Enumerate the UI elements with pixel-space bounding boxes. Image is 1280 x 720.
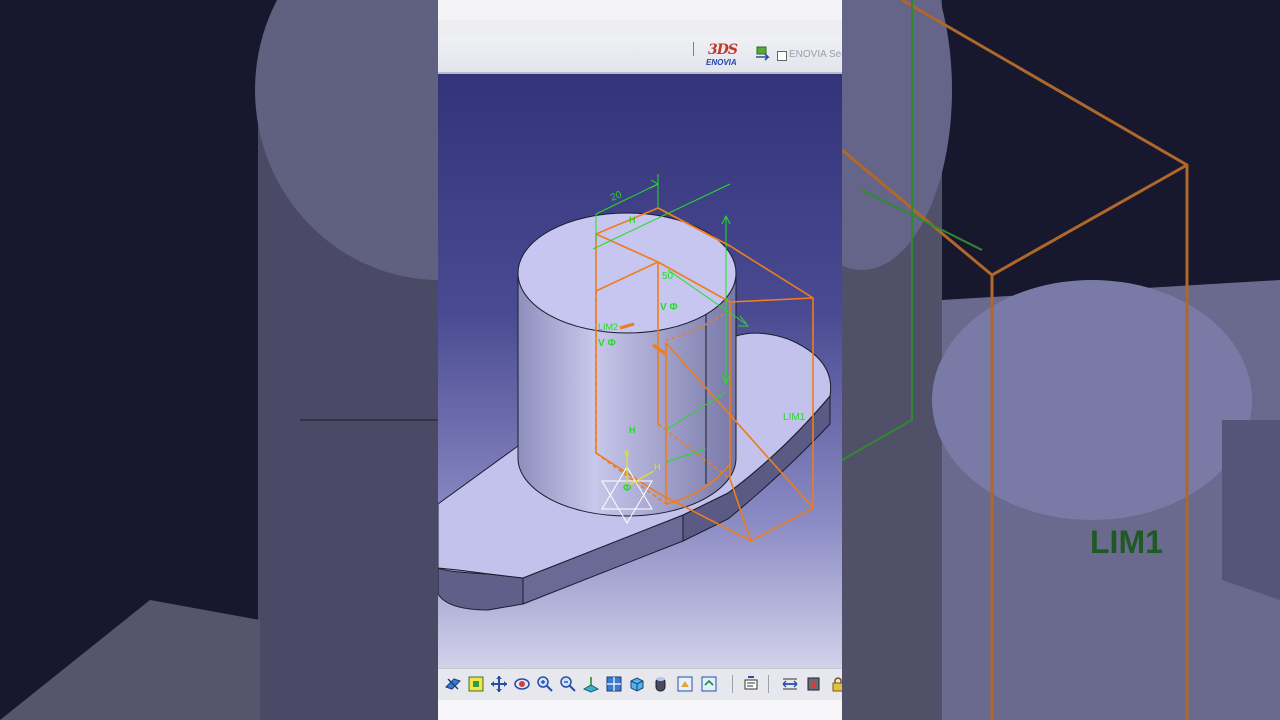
shading-icon[interactable] bbox=[651, 674, 671, 694]
enovia-search-field[interactable]: ENOVIA Sea bbox=[789, 49, 842, 60]
lock-icon[interactable] bbox=[828, 674, 842, 694]
axis-v-label: V bbox=[624, 450, 630, 459]
part-geometry: 20 50 bbox=[438, 174, 832, 611]
fit-all-icon[interactable] bbox=[466, 674, 486, 694]
rotate-icon[interactable] bbox=[512, 674, 532, 694]
measure-icon[interactable] bbox=[780, 674, 800, 694]
3ds-enovia-logo: 3DS ENOVIA bbox=[706, 42, 738, 67]
v-phi-constraint-top[interactable]: V Φ bbox=[660, 302, 678, 313]
zoom-in-icon[interactable] bbox=[535, 674, 555, 694]
toolbar-separator bbox=[732, 675, 733, 693]
background-left-panel bbox=[0, 0, 438, 720]
zoom-out-icon[interactable] bbox=[558, 674, 578, 694]
sketch-icon[interactable] bbox=[741, 674, 761, 694]
normal-view-icon[interactable] bbox=[581, 674, 601, 694]
background-lim1-label: LIM1 bbox=[1090, 524, 1163, 560]
status-bar bbox=[438, 700, 842, 720]
menu-bar bbox=[438, 20, 842, 38]
h-constraint-bottom[interactable]: H bbox=[629, 425, 636, 435]
pan-icon[interactable] bbox=[489, 674, 509, 694]
view-toolbar bbox=[438, 668, 842, 701]
background-right-graphic bbox=[842, 0, 1280, 720]
toolbar-separator bbox=[693, 42, 694, 56]
h-constraint-top[interactable]: H bbox=[629, 215, 636, 225]
lim2-label[interactable]: LIM2 bbox=[598, 322, 618, 332]
multi-view-icon[interactable] bbox=[604, 674, 624, 694]
search-conditions-icon[interactable] bbox=[754, 44, 772, 62]
isometric-view-icon[interactable] bbox=[627, 674, 647, 694]
title-bar bbox=[438, 0, 842, 21]
axis-h-label: H bbox=[654, 462, 661, 472]
search-toolbar: 3DS ENOVIA ENOVIA Sea bbox=[438, 38, 842, 74]
enovia-logo-text: ENOVIA bbox=[706, 58, 737, 67]
dimension-length[interactable]: 50 bbox=[662, 271, 674, 282]
toolbar-separator bbox=[768, 675, 769, 693]
axis-phi-label: Φ bbox=[623, 483, 632, 494]
hide-show-icon[interactable] bbox=[675, 674, 695, 694]
catia-window: 3DS ENOVIA ENOVIA Sea 20 50 H V Φ LIM2 V… bbox=[438, 0, 842, 720]
3d-viewport[interactable]: 20 50 H V Φ LIM2 V Φ H LIM1 V H Φ bbox=[438, 74, 842, 668]
v-phi-constraint-left[interactable]: V Φ bbox=[598, 338, 616, 349]
swap-space-icon[interactable] bbox=[699, 674, 719, 694]
lim1-label[interactable]: LIM1 bbox=[783, 412, 805, 423]
cylinder-top-face bbox=[517, 212, 737, 334]
fly-mode-icon[interactable] bbox=[443, 674, 463, 694]
enovia-search-checkbox[interactable] bbox=[777, 51, 787, 61]
background-right-panel: LIM1 bbox=[842, 0, 1280, 720]
apply-material-icon[interactable] bbox=[804, 674, 824, 694]
background-left-graphic bbox=[0, 0, 438, 720]
